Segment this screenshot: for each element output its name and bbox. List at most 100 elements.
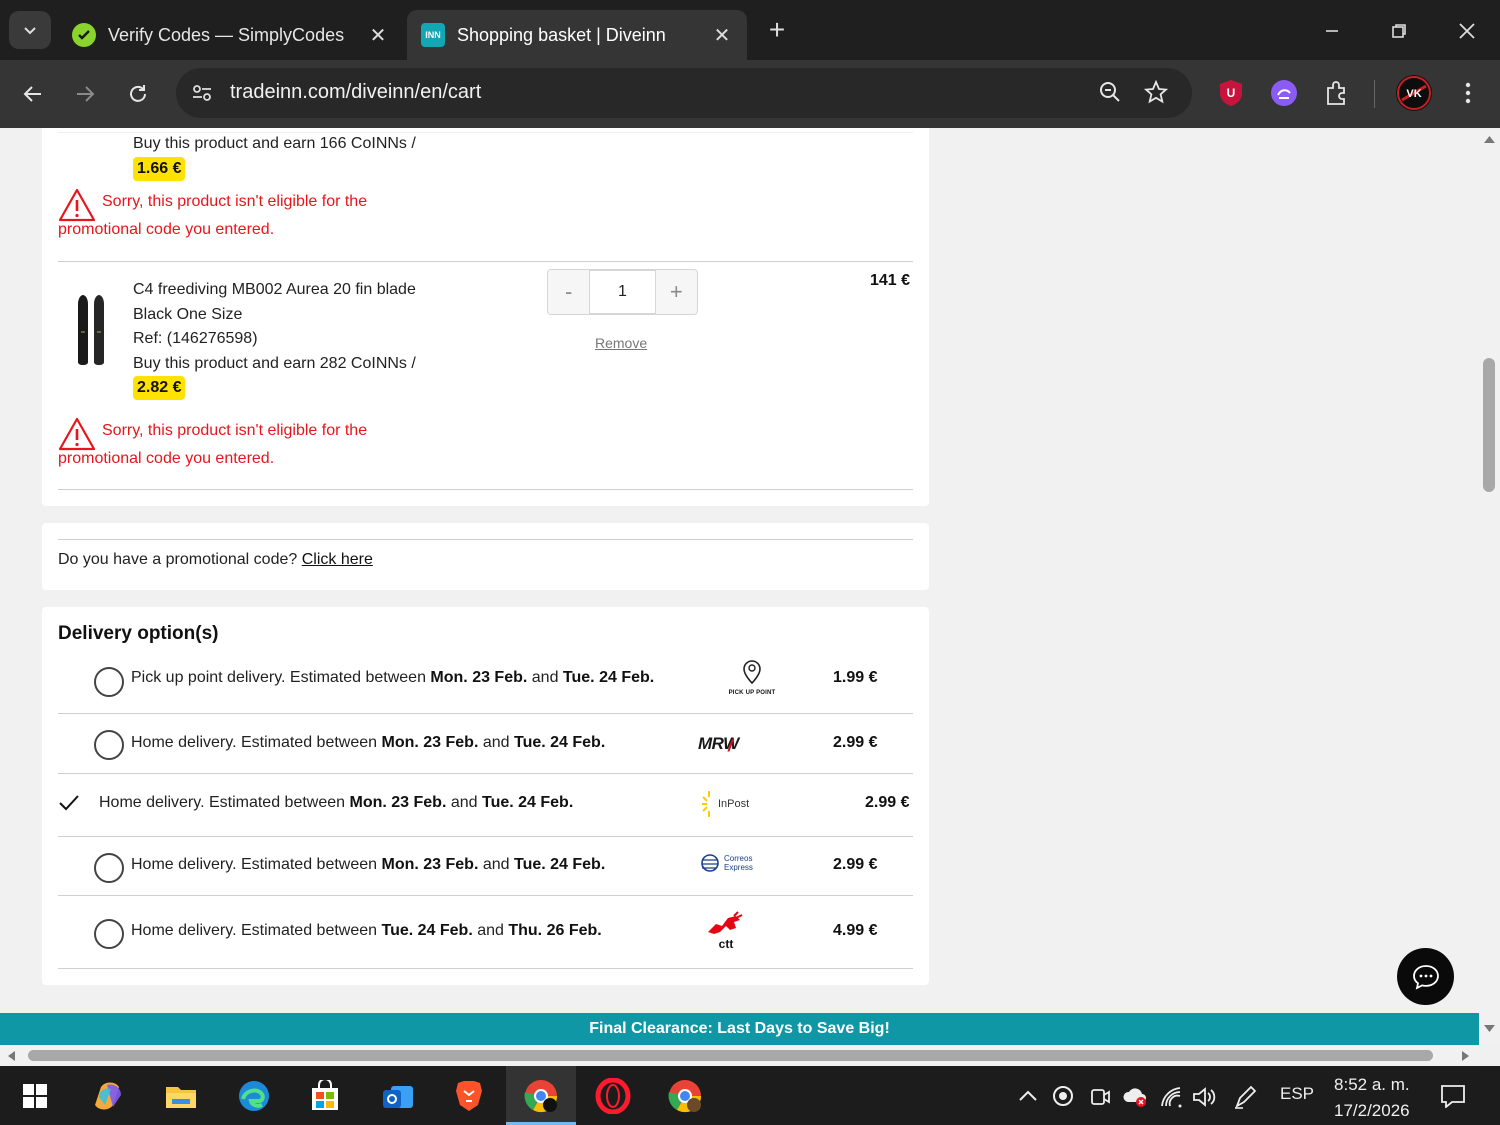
delivery-and: and bbox=[446, 794, 482, 811]
restore-icon bbox=[1392, 24, 1406, 38]
tab-diveinn[interactable]: INN Shopping basket | Diveinn ✕ bbox=[407, 10, 747, 60]
outlook-icon[interactable] bbox=[380, 1078, 416, 1114]
delivery-option-correos-express[interactable]: Home delivery. Estimated between Mon. 23… bbox=[58, 837, 913, 895]
coins-value-badge: 2.82 € bbox=[133, 376, 186, 400]
purple-extension-icon[interactable] bbox=[1269, 78, 1299, 108]
delivery-and: and bbox=[478, 734, 514, 751]
extensions-puzzle-icon[interactable] bbox=[1322, 78, 1352, 108]
remove-link[interactable]: Remove bbox=[595, 335, 647, 351]
promo-code-card: Do you have a promotional code? Click he… bbox=[42, 523, 929, 590]
new-tab-button[interactable]: + bbox=[762, 16, 792, 46]
meet-now-icon[interactable] bbox=[1089, 1084, 1111, 1108]
radio-button[interactable] bbox=[94, 919, 124, 949]
delivery-date-end: Tue. 24 Feb. bbox=[562, 669, 655, 686]
promo-click-here-link[interactable]: Click here bbox=[302, 551, 373, 568]
minimize-icon bbox=[1326, 30, 1338, 32]
delivery-option-mrw[interactable]: Home delivery. Estimated between Mon. 23… bbox=[58, 714, 913, 773]
delivery-option-ctt[interactable]: Home delivery. Estimated between Tue. 24… bbox=[58, 896, 913, 968]
pen-icon[interactable] bbox=[1233, 1084, 1257, 1110]
tab-simplycodes[interactable]: Verify Codes — SimplyCodes ✕ bbox=[58, 10, 403, 60]
back-button[interactable] bbox=[16, 77, 50, 111]
promo-question-text: Do you have a promotional code? bbox=[58, 551, 298, 568]
restore-button[interactable] bbox=[1382, 14, 1416, 48]
reload-icon bbox=[130, 85, 146, 102]
promo-warning-previous: Sorry, this product isn't eligible for t… bbox=[58, 188, 367, 244]
bookmark-star-icon[interactable] bbox=[1143, 79, 1169, 109]
edge-browser-icon[interactable] bbox=[236, 1078, 272, 1114]
file-explorer-icon[interactable] bbox=[163, 1078, 199, 1114]
scroll-right-arrow-icon[interactable] bbox=[1461, 1050, 1471, 1062]
delivery-date-start: Mon. 23 Feb. bbox=[349, 794, 447, 811]
chrome-vk-profile-icon[interactable] bbox=[523, 1078, 559, 1114]
record-icon[interactable] bbox=[1052, 1085, 1074, 1107]
svg-text:VK: VK bbox=[1406, 88, 1421, 100]
row-divider bbox=[58, 489, 913, 490]
close-window-button[interactable] bbox=[1450, 14, 1484, 48]
delivery-option-label: Home delivery. Estimated between Tue. 24… bbox=[131, 922, 602, 940]
clock[interactable]: 8:52 a. m. 17/2/2026 bbox=[1334, 1072, 1410, 1124]
browser-toolbar: tradeinn.com/diveinn/en/cart U VK bbox=[0, 60, 1500, 128]
delivery-text: Pick up point delivery. Estimated betwee… bbox=[131, 669, 431, 686]
product-name[interactable]: C4 freediving MB002 Aurea 20 fin blade bbox=[133, 278, 416, 303]
address-bar[interactable]: tradeinn.com/diveinn/en/cart bbox=[176, 68, 1192, 118]
delivery-date-start: Tue. 24 Feb. bbox=[381, 922, 473, 939]
kebab-menu-icon bbox=[1465, 82, 1471, 104]
opera-browser-icon[interactable] bbox=[595, 1078, 631, 1114]
scroll-up-arrow-icon[interactable] bbox=[1483, 134, 1496, 144]
horizontal-scrollbar[interactable] bbox=[0, 1045, 1479, 1066]
tab-search-button[interactable] bbox=[9, 11, 51, 49]
vertical-scroll-thumb[interactable] bbox=[1483, 358, 1495, 492]
site-settings-icon[interactable] bbox=[190, 81, 214, 110]
back-arrow-icon bbox=[23, 86, 41, 102]
radio-button[interactable] bbox=[94, 730, 124, 760]
copilot-icon[interactable] bbox=[92, 1078, 128, 1114]
zoom-icon[interactable] bbox=[1098, 80, 1122, 109]
microsoft-store-icon[interactable] bbox=[307, 1078, 343, 1114]
close-tab-icon[interactable]: ✕ bbox=[367, 24, 389, 47]
quantity-input[interactable]: 1 bbox=[589, 270, 656, 314]
brave-browser-icon[interactable] bbox=[451, 1078, 487, 1114]
quantity-increase-button[interactable]: + bbox=[656, 270, 697, 314]
vertical-scrollbar[interactable] bbox=[1479, 128, 1500, 1045]
chat-button[interactable] bbox=[1397, 948, 1454, 1005]
quantity-decrease-button[interactable]: - bbox=[548, 270, 589, 314]
profile-avatar[interactable]: VK bbox=[1396, 75, 1432, 111]
browser-menu-button[interactable] bbox=[1453, 78, 1483, 108]
scroll-down-arrow-icon[interactable] bbox=[1483, 1024, 1496, 1034]
close-tab-icon[interactable]: ✕ bbox=[711, 24, 733, 47]
mrw-logo: MRW / bbox=[698, 734, 739, 755]
onedrive-error-icon[interactable] bbox=[1122, 1086, 1150, 1108]
ublock-extension-icon[interactable]: U bbox=[1216, 78, 1246, 108]
delivery-price: 2.99 € bbox=[833, 734, 878, 751]
input-language[interactable]: ESP bbox=[1280, 1084, 1314, 1104]
promo-divider bbox=[58, 539, 913, 540]
delivery-option-pickup[interactable]: Pick up point delivery. Estimated betwee… bbox=[58, 657, 913, 713]
reload-button[interactable] bbox=[121, 77, 155, 111]
delivery-date-end: Tue. 24 Feb. bbox=[481, 794, 574, 811]
mrw-logo-accent: / bbox=[728, 736, 733, 755]
radio-button[interactable] bbox=[94, 853, 124, 883]
volume-icon[interactable] bbox=[1192, 1085, 1218, 1109]
tab-title: Verify Codes — SimplyCodes bbox=[108, 24, 345, 45]
delivery-title: Delivery option(s) bbox=[58, 623, 219, 644]
product-image-fin-blade[interactable] bbox=[72, 294, 112, 371]
warning-line-1: Sorry, this product isn't eligible for t… bbox=[102, 193, 368, 210]
delivery-text: Home delivery. Estimated between bbox=[131, 922, 382, 939]
delivery-date-start: Mon. 23 Feb. bbox=[381, 734, 479, 751]
start-button[interactable] bbox=[17, 1078, 53, 1114]
correos-horn-icon bbox=[701, 854, 719, 872]
clearance-banner[interactable]: Final Clearance: Last Days to Save Big! bbox=[0, 1013, 1479, 1045]
notifications-icon[interactable] bbox=[1440, 1084, 1466, 1108]
forward-button[interactable] bbox=[68, 77, 102, 111]
show-hidden-icons-chevron[interactable] bbox=[1018, 1088, 1038, 1102]
radio-button[interactable] bbox=[94, 667, 124, 697]
url-text[interactable]: tradeinn.com/diveinn/en/cart bbox=[230, 81, 481, 104]
chrome-monkey-profile-icon[interactable] bbox=[667, 1078, 703, 1114]
delivery-and: and bbox=[527, 669, 563, 686]
delivery-option-inpost[interactable]: Home delivery. Estimated between Mon. 23… bbox=[58, 774, 913, 836]
horizontal-scroll-thumb[interactable] bbox=[28, 1050, 1433, 1061]
wifi-icon[interactable] bbox=[1160, 1086, 1184, 1108]
scroll-left-arrow-icon[interactable] bbox=[6, 1050, 16, 1062]
minimize-button[interactable] bbox=[1315, 14, 1349, 48]
taskbar: ESP 8:52 a. m. 17/2/2026 bbox=[0, 1066, 1500, 1125]
